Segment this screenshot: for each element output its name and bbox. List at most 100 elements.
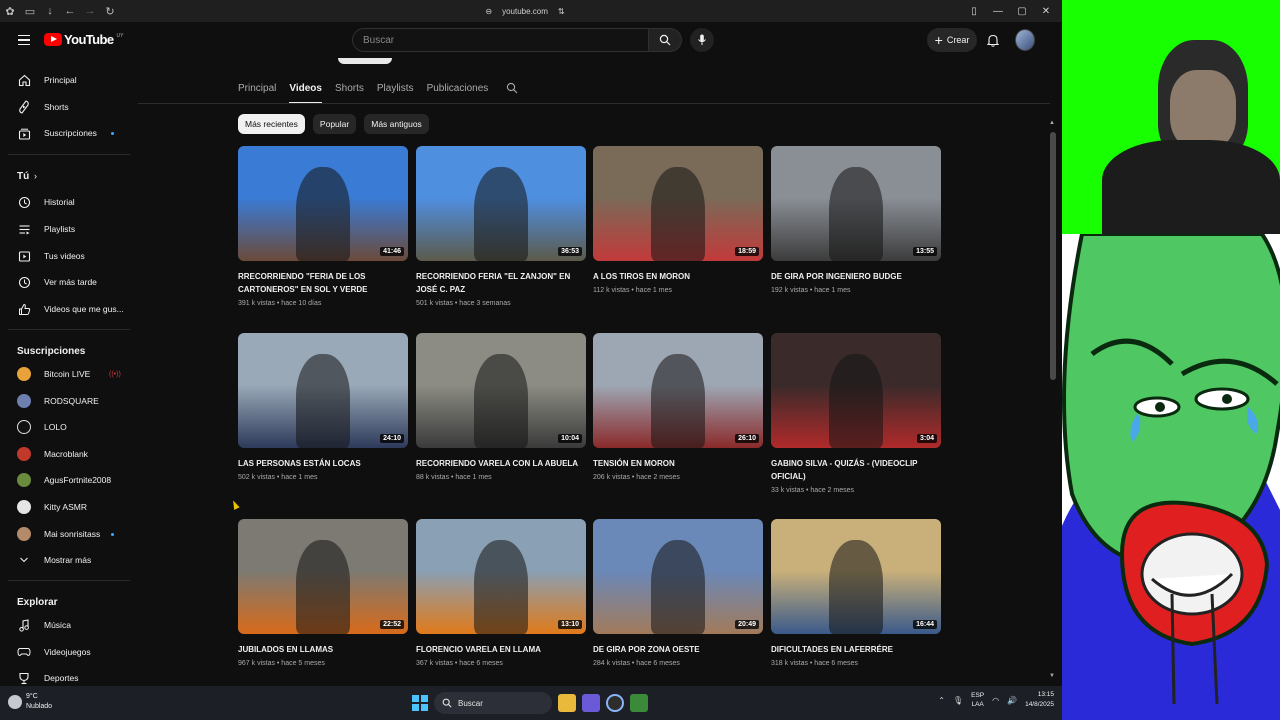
youtube-logo[interactable]: YouTube UY [44, 32, 123, 47]
site-info-icon[interactable]: ⊖ [485, 7, 492, 16]
video-thumbnail[interactable]: 13:55 [771, 146, 941, 261]
tab-shorts[interactable]: Shorts [335, 78, 364, 98]
video-title[interactable]: RRECORRIENDO "FERIA DE LOS CARTONEROS" E… [238, 270, 408, 296]
video-thumbnail[interactable]: 3:04 [771, 333, 941, 448]
windows-start-icon[interactable] [412, 695, 428, 711]
sidebar-item-liked-videos[interactable]: Videos que me gus... [0, 298, 132, 320]
video-card[interactable]: 16:44 DIFICULTADES EN LAFERRÉRE 318 k vi… [771, 519, 941, 667]
split-view-icon[interactable]: ▯ [962, 0, 986, 22]
account-avatar[interactable] [1015, 29, 1035, 51]
browser-menu-icon[interactable]: ✿ [0, 0, 20, 22]
sidebar-item-tus-videos[interactable]: Tus videos [0, 245, 132, 267]
sidebar-channel[interactable]: Macroblank [0, 443, 132, 465]
volume-icon[interactable]: 🔊 [1007, 696, 1017, 705]
microphone-icon[interactable]: 🎙 [953, 696, 963, 705]
guide-menu-icon[interactable] [14, 30, 34, 50]
video-thumbnail[interactable]: 36:53 [416, 146, 586, 261]
sidebar-toggle-icon[interactable]: ▭ [20, 0, 40, 22]
sidebar-item-playlists[interactable]: Playlists [0, 218, 132, 240]
voice-search-button[interactable] [690, 28, 714, 52]
create-button[interactable]: + Crear [927, 28, 977, 52]
video-card[interactable]: 18:59 A LOS TIROS EN MORON 112 k vistas … [593, 146, 763, 294]
game-app-icon[interactable] [630, 694, 648, 712]
video-thumbnail[interactable]: 10:04 [416, 333, 586, 448]
video-card[interactable]: 20:49 DE GIRA POR ZONA OESTE 284 k vista… [593, 519, 763, 667]
sidebar-item-principal[interactable]: Principal [0, 69, 132, 91]
sidebar-item-suscripciones[interactable]: Suscripciones [0, 122, 132, 144]
chip-mas-antiguos[interactable]: Más antiguos [364, 114, 429, 134]
taskbar-search[interactable]: Buscar [434, 692, 552, 714]
weather-widget[interactable]: 9°C Nublado [8, 692, 52, 712]
video-card[interactable]: 13:10 FLORENCIO VARELA EN LLAMA 367 k vi… [416, 519, 586, 667]
sidebar-channel[interactable]: Kitty ASMR [0, 496, 132, 518]
close-window-icon[interactable]: ✕ [1034, 0, 1058, 22]
show-more-button[interactable]: Mostrar más [0, 549, 132, 571]
video-title[interactable]: DIFICULTADES EN LAFERRÉRE [771, 643, 941, 656]
video-title[interactable]: RECORRIENDO VARELA CON LA ABUELA [416, 457, 586, 470]
search-button[interactable] [648, 28, 682, 52]
chevron-up-icon[interactable]: ⌃ [938, 696, 945, 705]
sidebar-item-ver-mas-tarde[interactable]: Ver más tarde [0, 271, 132, 293]
video-card[interactable]: 41:46 RRECORRIENDO "FERIA DE LOS CARTONE… [238, 146, 408, 307]
video-title[interactable]: A LOS TIROS EN MORON [593, 270, 763, 283]
sidebar-you-heading[interactable]: Tú › [0, 165, 132, 187]
video-thumbnail[interactable]: 41:46 [238, 146, 408, 261]
video-card[interactable]: 3:04 GABINO SILVA - QUIZÁS - (VIDEOCLIP … [771, 333, 941, 494]
chip-mas-recientes[interactable]: Más recientes [238, 114, 305, 134]
notifications-button[interactable] [983, 30, 1003, 50]
video-thumbnail[interactable]: 20:49 [593, 519, 763, 634]
sidebar-item-musica[interactable]: Música [0, 614, 132, 636]
video-thumbnail[interactable]: 26:10 [593, 333, 763, 448]
obs-app-icon[interactable] [606, 694, 624, 712]
video-title[interactable]: DE GIRA POR INGENIERO BUDGE [771, 270, 941, 283]
scroll-up-icon[interactable]: ▲ [1049, 120, 1055, 126]
video-card[interactable]: 24:10 LAS PERSONAS ESTÁN LOCAS 502 k vis… [238, 333, 408, 481]
video-thumbnail[interactable]: 13:10 [416, 519, 586, 634]
video-card[interactable]: 10:04 RECORRIENDO VARELA CON LA ABUELA 8… [416, 333, 586, 481]
page-scrollbar[interactable] [1050, 132, 1056, 380]
sidebar-channel[interactable]: RODSQUARE [0, 390, 132, 412]
video-title[interactable]: GABINO SILVA - QUIZÁS - (VIDEOCLIP OFICI… [771, 457, 941, 483]
video-title[interactable]: TENSIÓN EN MORON [593, 457, 763, 470]
download-icon[interactable]: ↓ [40, 0, 60, 22]
minimize-icon[interactable]: — [986, 0, 1010, 22]
video-thumbnail[interactable]: 16:44 [771, 519, 941, 634]
browser-app-icon[interactable] [582, 694, 600, 712]
sidebar-item-historial[interactable]: Historial [0, 191, 132, 213]
video-title[interactable]: RECORRIENDO FERIA "EL ZANJON" EN JOSÉ C.… [416, 270, 586, 296]
video-thumbnail[interactable]: 22:52 [238, 519, 408, 634]
video-title[interactable]: LAS PERSONAS ESTÁN LOCAS [238, 457, 408, 470]
taskbar-clock[interactable]: 13:15 14/8/2025 [1025, 690, 1054, 710]
sidebar-channel[interactable]: Mai sonrisitass [0, 523, 132, 545]
back-icon[interactable]: ← [60, 0, 80, 22]
site-settings-icon[interactable]: ⇅ [558, 7, 565, 16]
sidebar-channel[interactable]: AgusFortnite2008 [0, 469, 132, 491]
video-thumbnail[interactable]: 18:59 [593, 146, 763, 261]
video-title[interactable]: DE GIRA POR ZONA OESTE [593, 643, 763, 656]
sidebar-channel[interactable]: LOLO [0, 416, 132, 438]
video-card[interactable]: 36:53 RECORRIENDO FERIA "EL ZANJON" EN J… [416, 146, 586, 307]
video-card[interactable]: 22:52 JUBILADOS EN LLAMAS 967 k vistas •… [238, 519, 408, 667]
sidebar-item-shorts[interactable]: Shorts [0, 96, 132, 118]
scroll-down-icon[interactable]: ▼ [1049, 673, 1055, 679]
sidebar-item-videojuegos[interactable]: Videojuegos [0, 641, 132, 663]
tab-playlists[interactable]: Playlists [377, 78, 414, 98]
input-language[interactable]: ESP LAA [971, 691, 984, 709]
video-card[interactable]: 13:55 DE GIRA POR INGENIERO BUDGE 192 k … [771, 146, 941, 294]
reload-icon[interactable]: ↻ [100, 0, 120, 22]
wifi-icon[interactable]: ◠ [992, 696, 999, 705]
video-card[interactable]: 26:10 TENSIÓN EN MORON 206 k vistas • ha… [593, 333, 763, 481]
address-bar[interactable]: ⊖ youtube.com ⇅ [470, 4, 580, 18]
video-thumbnail[interactable]: 24:10 [238, 333, 408, 448]
file-explorer-icon[interactable] [558, 694, 576, 712]
video-title[interactable]: FLORENCIO VARELA EN LLAMA [416, 643, 586, 656]
sidebar-item-deportes[interactable]: Deportes [0, 667, 132, 686]
sidebar-channel[interactable]: Bitcoin LIVE ((•)) [0, 363, 132, 385]
video-title[interactable]: JUBILADOS EN LLAMAS [238, 643, 408, 656]
forward-icon[interactable]: → [80, 0, 100, 22]
chip-popular[interactable]: Popular [312, 114, 357, 134]
channel-search-button[interactable] [505, 81, 519, 95]
tab-videos[interactable]: Videos [289, 78, 322, 104]
tab-publicaciones[interactable]: Publicaciones [427, 78, 489, 98]
maximize-icon[interactable]: ▢ [1010, 0, 1034, 22]
